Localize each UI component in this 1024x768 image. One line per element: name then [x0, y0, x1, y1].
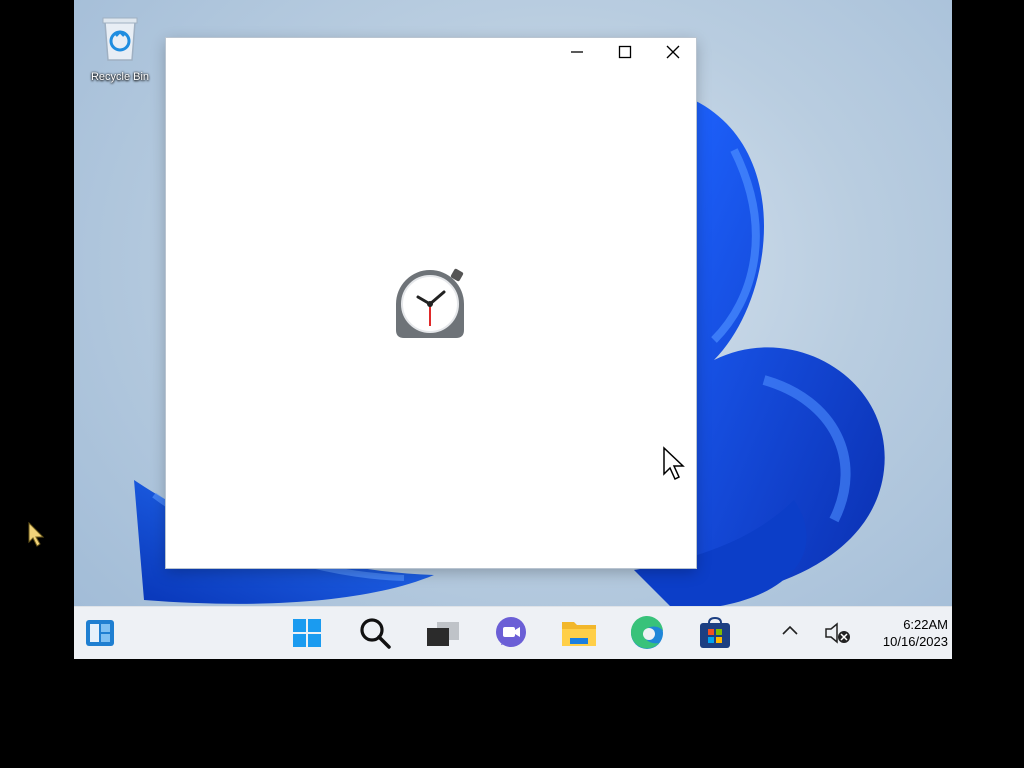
desktop: Recycle Bin 6:22AM 10/16/2023 — [74, 0, 952, 659]
maximize-icon — [618, 45, 632, 59]
maximize-button[interactable] — [602, 38, 648, 66]
edge-button[interactable] — [627, 613, 667, 653]
chat-icon — [496, 617, 526, 647]
volume-muted-icon[interactable] — [824, 621, 852, 645]
task-view-icon — [427, 622, 459, 646]
store-button[interactable] — [695, 613, 735, 653]
chat-button[interactable] — [491, 613, 531, 653]
title-bar[interactable] — [166, 38, 696, 66]
taskbar: 6:22AM 10/16/2023 — [74, 606, 952, 659]
search-button[interactable] — [355, 613, 395, 653]
app-window[interactable] — [166, 38, 696, 568]
start-icon — [293, 619, 321, 647]
cursor-icon — [28, 522, 45, 547]
close-icon — [666, 45, 680, 59]
task-view-button[interactable] — [423, 613, 463, 653]
tray-date: 10/16/2023 — [882, 634, 948, 649]
search-icon — [360, 618, 391, 649]
file-explorer-icon — [562, 622, 596, 646]
recycle-bin[interactable]: Recycle Bin — [84, 12, 156, 83]
start-button[interactable] — [287, 613, 327, 653]
chevron-up-icon[interactable] — [780, 623, 800, 637]
recycle-bin-icon — [102, 17, 138, 61]
close-button[interactable] — [650, 38, 696, 66]
tray-time: 6:22AM — [903, 617, 948, 632]
mouse-cursor-icon — [663, 446, 685, 481]
edge-icon — [630, 615, 663, 649]
store-icon — [700, 616, 730, 648]
minimize-button[interactable] — [554, 38, 600, 66]
widgets-icon — [86, 620, 114, 646]
widgets-button[interactable] — [80, 613, 120, 653]
tray-clock[interactable]: 6:22AM 10/16/2023 — [883, 616, 948, 650]
file-explorer-button[interactable] — [559, 613, 599, 653]
minimize-icon — [571, 51, 583, 53]
recycle-bin-label: Recycle Bin — [90, 71, 150, 83]
alarm-clock-icon — [396, 268, 464, 338]
